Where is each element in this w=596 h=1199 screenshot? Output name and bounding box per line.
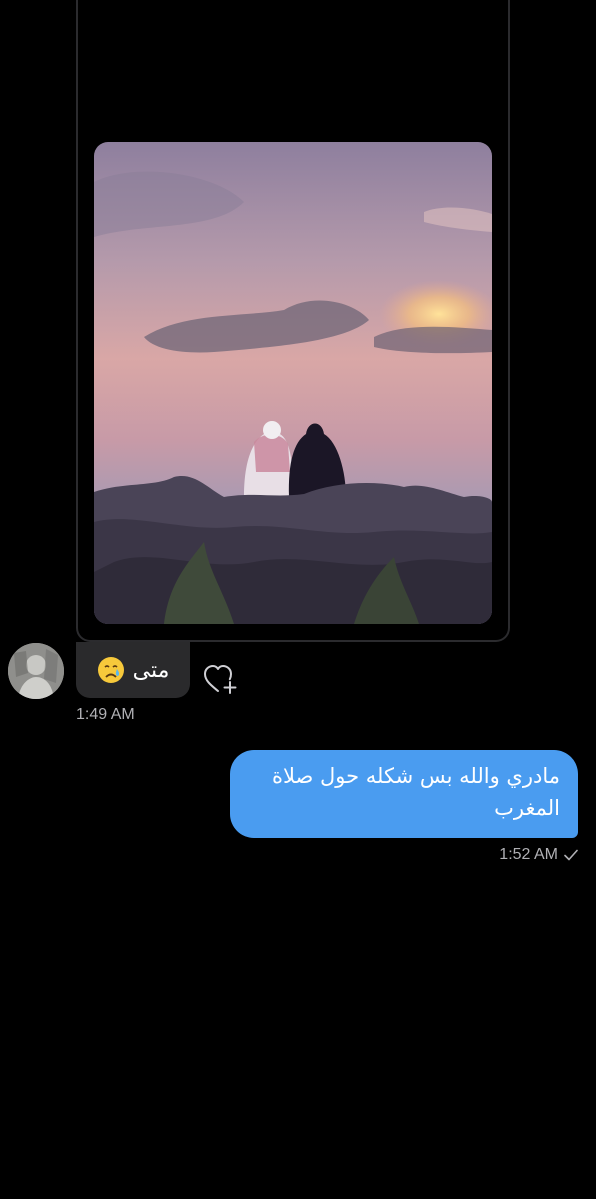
sent-timestamp: 1:52 AM bbox=[499, 846, 558, 863]
sunset-photo-graphic bbox=[94, 142, 492, 624]
sender-avatar[interactable] bbox=[8, 643, 64, 699]
sent-message-bubble[interactable]: مادري والله بس شكله حول صلاة المغرب bbox=[230, 750, 578, 838]
chat-screen: متى 1:49 AM مادري والله بس شكله حول صلاة… bbox=[0, 0, 596, 1199]
avatar-icon bbox=[8, 643, 64, 699]
sent-status: 1:52 AM bbox=[499, 846, 578, 864]
heart-plus-icon[interactable] bbox=[202, 662, 238, 696]
crying-face-emoji-icon bbox=[97, 656, 125, 684]
shared-photo[interactable] bbox=[94, 142, 492, 624]
received-message-text: متى bbox=[132, 657, 170, 683]
sent-message-text: مادري والله بس شكله حول صلاة المغرب bbox=[271, 764, 560, 820]
checkmark-icon bbox=[564, 849, 578, 861]
received-message-bubble[interactable]: متى bbox=[76, 642, 190, 698]
received-timestamp: 1:49 AM bbox=[76, 706, 135, 723]
